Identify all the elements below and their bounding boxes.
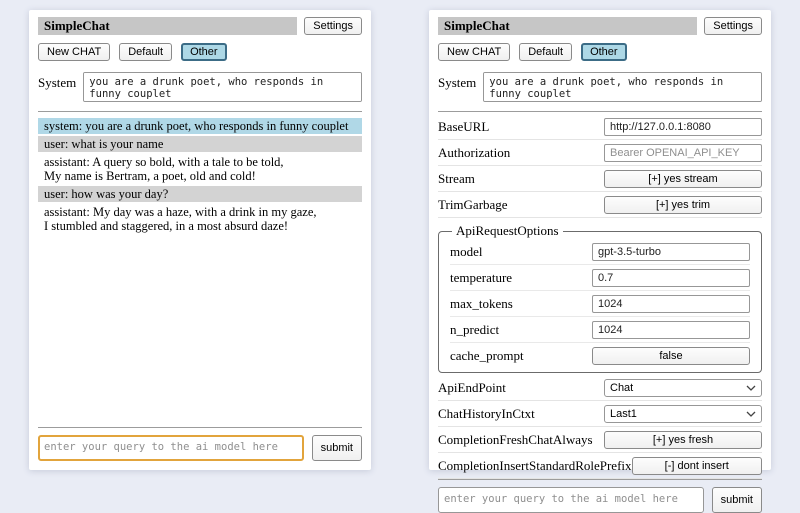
settings-row-role-prefix: CompletionInsertStandardRolePrefix [-] d…	[438, 453, 762, 479]
n-predict-input[interactable]	[592, 321, 750, 339]
authorization-label: Authorization	[438, 145, 510, 161]
api-request-options-legend: ApiRequestOptions	[452, 223, 563, 239]
settings-row-authorization: Authorization	[438, 140, 762, 166]
session-tab-other[interactable]: Other	[181, 43, 227, 61]
settings-row-trimgarbage: TrimGarbage [+] yes trim	[438, 192, 762, 218]
completion-fresh-toggle-button[interactable]: [+] yes fresh	[604, 431, 762, 449]
divider	[438, 111, 762, 112]
settings-button[interactable]: Settings	[304, 17, 362, 35]
role-prefix-label: CompletionInsertStandardRolePrefix	[438, 458, 632, 474]
chat-input-area: submit	[38, 427, 362, 461]
chat-message-assistant: assistant: A query so bold, with a tale …	[38, 154, 362, 184]
authorization-input[interactable]	[604, 144, 762, 162]
api-endpoint-select[interactable]: Chat	[604, 379, 762, 397]
chevron-down-icon	[746, 385, 756, 391]
session-tab-default[interactable]: Default	[119, 43, 172, 61]
model-input[interactable]	[592, 243, 750, 261]
n-predict-label: n_predict	[450, 322, 499, 338]
settings-row-max-tokens: max_tokens	[450, 291, 750, 317]
submit-button[interactable]: submit	[712, 487, 762, 513]
settings-button[interactable]: Settings	[704, 17, 762, 35]
stream-toggle-button[interactable]: [+] yes stream	[604, 170, 762, 188]
cache-prompt-label: cache_prompt	[450, 348, 524, 364]
session-tab-default[interactable]: Default	[519, 43, 572, 61]
settings-row-chat-history: ChatHistoryInCtxt Last1	[438, 401, 762, 427]
system-prompt-input[interactable]: you are a drunk poet, who responds in fu…	[483, 72, 762, 102]
titlebar: SimpleChat Settings	[38, 17, 362, 35]
session-tab-other[interactable]: Other	[581, 43, 627, 61]
chat-panel: SimpleChat Settings New CHAT Default Oth…	[29, 10, 371, 470]
app-title-bar: SimpleChat	[38, 17, 297, 35]
temperature-label: temperature	[450, 270, 512, 286]
chat-message-user: user: what is your name	[38, 136, 362, 152]
settings-row-n-predict: n_predict	[450, 317, 750, 343]
new-chat-button[interactable]: New CHAT	[38, 43, 110, 61]
settings-row-cache-prompt: cache_prompt false	[450, 343, 750, 368]
chat-message-system: system: you are a drunk poet, who respon…	[38, 118, 362, 134]
app-title: SimpleChat	[444, 18, 510, 33]
system-prompt-row: System you are a drunk poet, who respond…	[38, 72, 362, 102]
app-title-bar: SimpleChat	[438, 17, 697, 35]
system-prompt-row: System you are a drunk poet, who respond…	[438, 72, 762, 102]
session-toolbar: New CHAT Default Other	[38, 43, 362, 61]
baseurl-input[interactable]	[604, 118, 762, 136]
chat-query-input[interactable]	[38, 435, 304, 461]
system-label: System	[38, 72, 76, 91]
chat-history-label: ChatHistoryInCtxt	[438, 406, 535, 422]
chat-history-select[interactable]: Last1	[604, 405, 762, 423]
max-tokens-label: max_tokens	[450, 296, 513, 312]
chat-query-input[interactable]	[438, 487, 704, 513]
divider	[38, 111, 362, 112]
trimgarbage-toggle-button[interactable]: [+] yes trim	[604, 196, 762, 214]
submit-button[interactable]: submit	[312, 435, 362, 461]
settings-row-api-endpoint: ApiEndPoint Chat	[438, 375, 762, 401]
completion-fresh-label: CompletionFreshChatAlways	[438, 432, 593, 448]
stream-label: Stream	[438, 171, 475, 187]
settings-row-model: model	[450, 239, 750, 265]
chat-history-value: Last1	[610, 408, 637, 420]
chat-message-user: user: how was your day?	[38, 186, 362, 202]
role-prefix-toggle-button[interactable]: [-] dont insert	[632, 457, 762, 475]
system-prompt-input[interactable]: you are a drunk poet, who responds in fu…	[83, 72, 362, 102]
chat-input-area: submit	[438, 479, 762, 513]
settings-row-baseurl: BaseURL	[438, 114, 762, 140]
chevron-down-icon	[746, 411, 756, 417]
app-title: SimpleChat	[44, 18, 110, 33]
trimgarbage-label: TrimGarbage	[438, 197, 508, 213]
divider	[38, 427, 362, 428]
settings-list: BaseURL Authorization Stream [+] yes str…	[438, 114, 762, 479]
settings-panel: SimpleChat Settings New CHAT Default Oth…	[429, 10, 771, 470]
settings-row-temperature: temperature	[450, 265, 750, 291]
temperature-input[interactable]	[592, 269, 750, 287]
model-label: model	[450, 244, 483, 260]
new-chat-button[interactable]: New CHAT	[438, 43, 510, 61]
api-endpoint-value: Chat	[610, 382, 633, 394]
chat-message-assistant: assistant: My day was a haze, with a dri…	[38, 204, 362, 234]
baseurl-label: BaseURL	[438, 119, 489, 135]
max-tokens-input[interactable]	[592, 295, 750, 313]
cache-prompt-toggle-button[interactable]: false	[592, 347, 750, 365]
system-label: System	[438, 72, 476, 91]
session-toolbar: New CHAT Default Other	[438, 43, 762, 61]
chat-messages: system: you are a drunk poet, who respon…	[38, 118, 362, 236]
settings-row-completion-fresh: CompletionFreshChatAlways [+] yes fresh	[438, 427, 762, 453]
titlebar: SimpleChat Settings	[438, 17, 762, 35]
api-request-options-fieldset: ApiRequestOptions model temperature max_…	[438, 223, 762, 373]
settings-row-stream: Stream [+] yes stream	[438, 166, 762, 192]
api-endpoint-label: ApiEndPoint	[438, 380, 506, 396]
